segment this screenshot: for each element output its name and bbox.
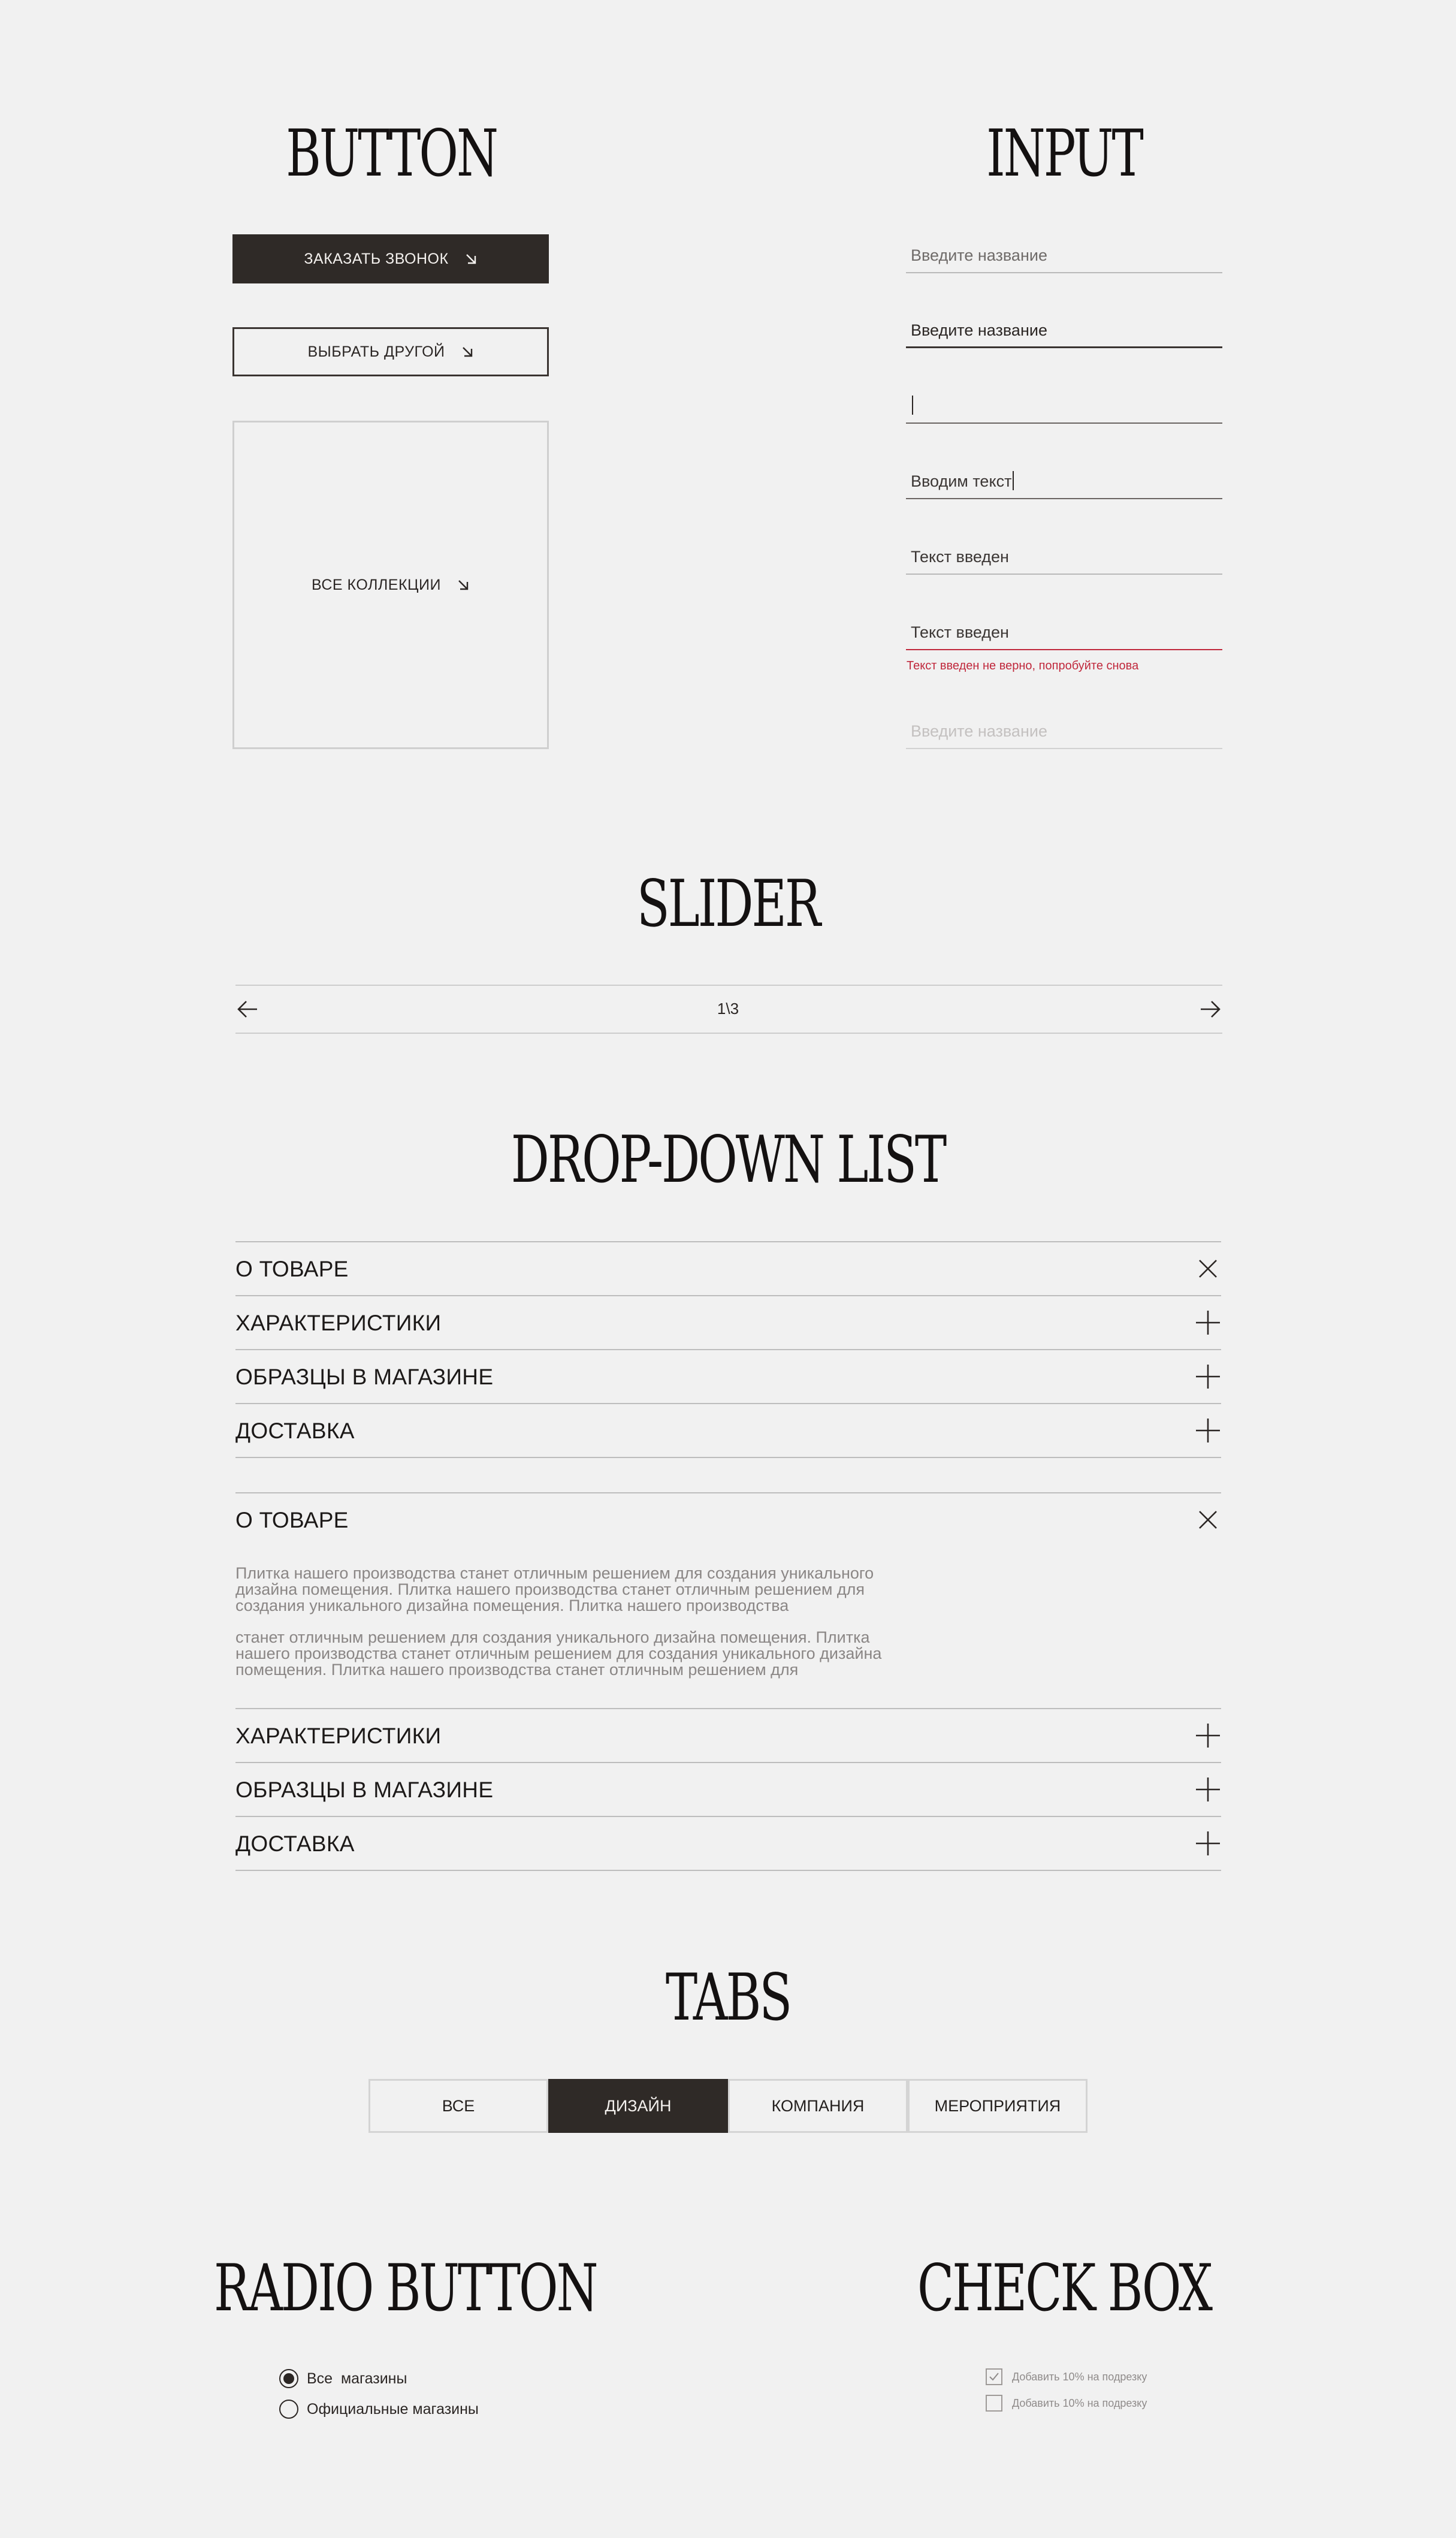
tab-all[interactable]: ВСЕ bbox=[368, 2079, 548, 2133]
arrow-down-right-icon bbox=[457, 578, 470, 592]
accordion-item-delivery[interactable]: ДОСТАВКА bbox=[235, 1404, 1221, 1457]
plus-icon[interactable] bbox=[1195, 1363, 1221, 1390]
name-input-typing[interactable]: Вводим текст bbox=[906, 461, 1222, 499]
input-underline bbox=[906, 272, 1222, 273]
text-caret bbox=[1013, 471, 1014, 490]
slider-counter: 1\3 bbox=[717, 1000, 739, 1018]
tab-company[interactable]: КОМПАНИЯ bbox=[728, 2079, 908, 2133]
radio-label: Все магазины bbox=[307, 2370, 407, 2387]
accordion-item-label: ОБРАЗЦЫ В МАГАЗИНЕ bbox=[235, 1365, 494, 1389]
accordion-item-samples-open[interactable]: ОБРАЗЦЫ В МАГАЗИНЕ bbox=[235, 1763, 1221, 1816]
tab-events[interactable]: МЕРОПРИЯТИЯ bbox=[908, 2079, 1088, 2133]
close-icon[interactable] bbox=[1195, 1507, 1221, 1533]
radio-selected-icon bbox=[279, 2369, 298, 2388]
radio-label: Официальные магазины bbox=[307, 2400, 479, 2418]
input-underline-error bbox=[906, 649, 1222, 650]
accordion-content-paragraph: Плитка нашего производства станет отличн… bbox=[235, 1564, 874, 1614]
accordion-item-label: ХАРАКТЕРИСТИКИ bbox=[235, 1724, 442, 1748]
name-input-hover[interactable]: Введите название bbox=[906, 310, 1222, 348]
accordion-divider bbox=[235, 1870, 1221, 1871]
text-caret bbox=[912, 396, 913, 415]
plus-icon[interactable] bbox=[1195, 1776, 1221, 1803]
checkbox-label: Добавить 10% на подрезку bbox=[1012, 2397, 1147, 2409]
slider-section-title: Slider bbox=[636, 867, 821, 941]
dropdown-section-title: Drop-down list bbox=[510, 1122, 947, 1197]
accordion-item-label: ДОСТАВКА bbox=[235, 1419, 355, 1443]
name-input-focus-value bbox=[911, 396, 913, 415]
arrow-left-icon bbox=[237, 1001, 257, 1018]
name-input-hover-placeholder: Введите название bbox=[911, 321, 1047, 339]
name-input-default[interactable]: Введите название bbox=[906, 235, 1222, 273]
all-collections-button[interactable]: ВСЕ КОЛЛЕКЦИИ bbox=[232, 421, 549, 749]
name-input-error[interactable]: Текст введен bbox=[906, 612, 1222, 650]
checkbox-unchecked-icon bbox=[986, 2395, 1002, 2412]
plus-icon[interactable] bbox=[1195, 1417, 1221, 1444]
accordion-item-label: О ТОВАРЕ bbox=[235, 1257, 349, 1281]
slider-bottom-line bbox=[235, 1033, 1222, 1034]
radio-unselected-icon bbox=[279, 2400, 298, 2419]
name-input-filled[interactable]: Текст введен bbox=[906, 536, 1222, 575]
order-call-button[interactable]: ЗАКАЗАТЬ ЗВОНОК bbox=[232, 234, 549, 283]
accordion-item-label: ОБРАЗЦЫ В МАГАЗИНЕ bbox=[235, 1777, 494, 1802]
radio-section-title: Radio button bbox=[214, 2251, 599, 2326]
tab-design[interactable]: ДИЗАЙН bbox=[548, 2079, 728, 2133]
input-underline bbox=[906, 748, 1222, 749]
radio-official-stores[interactable]: Официальные магазины bbox=[279, 2400, 479, 2419]
input-error-message: Текст введен не верно, попробуйте снова bbox=[907, 659, 1139, 672]
choose-other-button-label: ВЫБРАТЬ ДРУГОЙ bbox=[307, 343, 445, 360]
accordion-item-delivery-open[interactable]: ДОСТАВКА bbox=[235, 1817, 1221, 1870]
accordion-item-samples[interactable]: ОБРАЗЦЫ В МАГАЗИНЕ bbox=[235, 1350, 1221, 1403]
button-section-title: Button bbox=[286, 116, 499, 191]
input-section-title: Input bbox=[986, 116, 1144, 191]
arrow-down-right-icon bbox=[461, 345, 474, 358]
name-input-disabled-placeholder: Введите название bbox=[911, 722, 1047, 740]
all-collections-button-label: ВСЕ КОЛЛЕКЦИИ bbox=[312, 576, 441, 593]
accordion-item-about-open[interactable]: О ТОВАРЕ bbox=[235, 1493, 1221, 1546]
plus-icon[interactable] bbox=[1195, 1722, 1221, 1749]
input-underline bbox=[906, 574, 1222, 575]
slider-top-line bbox=[235, 985, 1222, 986]
checkbox-label: Добавить 10% на подрезку bbox=[1012, 2370, 1147, 2383]
accordion-item-specs-open[interactable]: ХАРАКТЕРИСТИКИ bbox=[235, 1709, 1221, 1762]
name-input-disabled: Введите название bbox=[906, 711, 1222, 749]
name-input-focus[interactable] bbox=[906, 385, 1222, 424]
choose-other-button[interactable]: ВЫБРАТЬ ДРУГОЙ bbox=[232, 327, 549, 376]
accordion-item-content: Плитка нашего производства станет отличн… bbox=[235, 1565, 889, 1694]
checkbox-section-title: Check box bbox=[917, 2251, 1213, 2326]
name-input-filled-value: Текст введен bbox=[911, 548, 1009, 566]
accordion-item-label: ХАРАКТЕРИСТИКИ bbox=[235, 1311, 442, 1335]
accordion-item-label: ДОСТАВКА bbox=[235, 1831, 355, 1856]
radio-all-stores[interactable]: Все магазины bbox=[279, 2369, 407, 2388]
input-underline bbox=[906, 498, 1222, 499]
checkbox-add-cut-checked[interactable]: Добавить 10% на подрезку bbox=[986, 2368, 1147, 2385]
checkbox-add-cut-unchecked[interactable]: Добавить 10% на подрезку bbox=[986, 2395, 1147, 2412]
arrow-down-right-icon bbox=[464, 252, 478, 265]
checkbox-checked-icon bbox=[986, 2368, 1002, 2385]
close-icon[interactable] bbox=[1195, 1256, 1221, 1282]
name-input-typing-value: Вводим текст bbox=[911, 471, 1014, 491]
slider-next-button[interactable] bbox=[1198, 997, 1222, 1021]
plus-icon[interactable] bbox=[1195, 1830, 1221, 1857]
accordion-item-about[interactable]: О ТОВАРЕ bbox=[235, 1242, 1221, 1295]
tabs-section-title: Tabs bbox=[665, 1960, 792, 2035]
input-underline bbox=[906, 346, 1222, 348]
plus-icon[interactable] bbox=[1195, 1309, 1221, 1336]
input-underline bbox=[906, 423, 1222, 424]
accordion-item-label: О ТОВАРЕ bbox=[235, 1508, 349, 1532]
accordion-divider bbox=[235, 1457, 1221, 1458]
name-input-error-value: Текст введен bbox=[911, 623, 1009, 641]
accordion-item-specs[interactable]: ХАРАКТЕРИСТИКИ bbox=[235, 1296, 1221, 1349]
name-input-default-placeholder: Введите название bbox=[911, 246, 1047, 264]
arrow-right-icon bbox=[1201, 1001, 1221, 1018]
order-call-button-label: ЗАКАЗАТЬ ЗВОНОК bbox=[304, 250, 449, 267]
accordion-content-paragraph: станет отличным решением для создания ун… bbox=[235, 1628, 882, 1679]
slider-prev-button[interactable] bbox=[235, 997, 259, 1021]
